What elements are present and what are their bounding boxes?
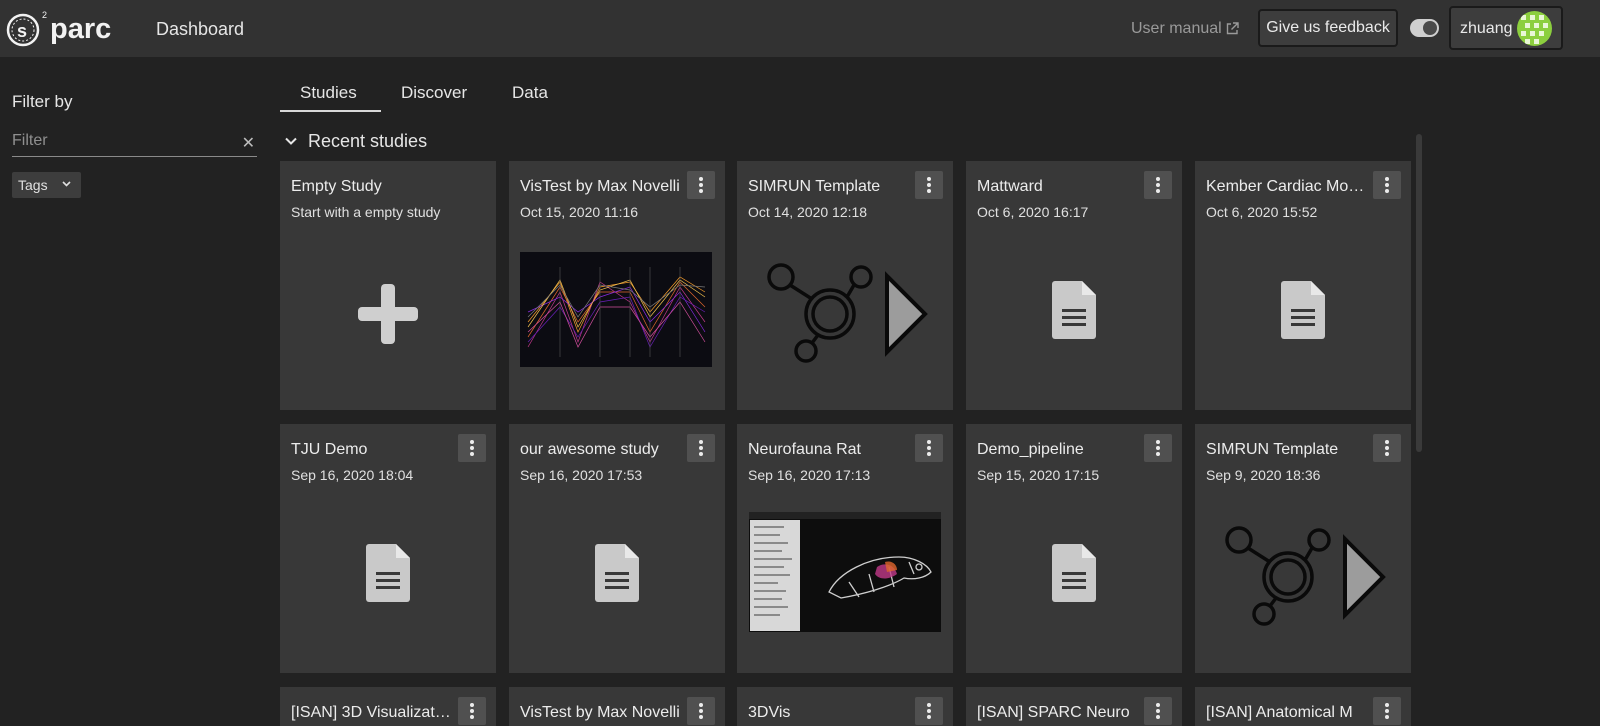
study-subtitle: Oct 15, 2020 11:16 (520, 204, 639, 220)
study-title: TJU Demo (291, 441, 368, 458)
logo-text: parc (50, 13, 112, 45)
more-options-button[interactable] (458, 434, 486, 462)
study-title: Kember Cardiac Mod... (1206, 178, 1366, 195)
document-icon (366, 544, 410, 602)
study-title: VisTest by Max Novelli (520, 704, 680, 721)
clear-icon[interactable]: ✕ (242, 133, 255, 153)
tab-studies[interactable]: Studies (300, 83, 357, 103)
study-card[interactable]: our awesome study Sep 16, 2020 17:53 (509, 424, 725, 673)
more-options-button[interactable] (458, 697, 486, 725)
user-menu-button[interactable]: zhuang (1449, 6, 1563, 50)
tags-label: Tags (18, 177, 48, 193)
study-title: Demo_pipeline (977, 441, 1084, 458)
filter-by-label: Filter by (12, 92, 73, 111)
more-options-button[interactable] (687, 697, 715, 725)
study-title: [ISAN] SPARC Neuro (977, 704, 1130, 721)
study-card[interactable]: VisTest by Max Novelli (509, 687, 725, 726)
svg-text:s: s (17, 21, 27, 41)
active-tab-indicator (280, 110, 381, 112)
workflow-icon (1225, 526, 1386, 626)
more-options-button[interactable] (1144, 434, 1172, 462)
more-options-button[interactable] (1144, 171, 1172, 199)
study-subtitle: Sep 15, 2020 17:15 (977, 467, 1100, 483)
study-card[interactable]: SIMRUN Template Sep 9, 2020 18:36 (1195, 424, 1411, 673)
toggle-knob (1423, 21, 1437, 35)
study-subtitle: Sep 16, 2020 17:13 (748, 467, 871, 483)
more-options-button[interactable] (687, 171, 715, 199)
plus-icon (358, 284, 418, 344)
document-icon (1281, 281, 1325, 339)
section-title: Recent studies (308, 131, 428, 151)
study-title: [ISAN] Anatomical M (1206, 704, 1353, 721)
study-title: Neurofauna Rat (748, 441, 861, 458)
theme-toggle[interactable] (1410, 19, 1439, 37)
feedback-button[interactable]: Give us feedback (1258, 9, 1398, 47)
study-subtitle: Sep 9, 2020 18:36 (1206, 467, 1321, 483)
study-title: Mattward (977, 178, 1043, 195)
study-card[interactable]: TJU Demo Sep 16, 2020 18:04 (280, 424, 496, 673)
filter-input[interactable] (12, 132, 232, 150)
study-card[interactable]: 3DVis (737, 687, 953, 726)
username: zhuang (1460, 20, 1513, 37)
more-options-button[interactable] (1373, 434, 1401, 462)
chevron-down-icon[interactable] (285, 137, 297, 145)
filter-field[interactable]: ✕ (12, 130, 257, 157)
tags-dropdown[interactable]: Tags (12, 172, 81, 198)
document-icon (1052, 544, 1096, 602)
study-card[interactable]: Demo_pipeline Sep 15, 2020 17:15 (966, 424, 1182, 673)
study-card[interactable]: Kember Cardiac Mod... Oct 6, 2020 15:52 (1195, 161, 1411, 410)
study-card[interactable]: [ISAN] Anatomical M (1195, 687, 1411, 726)
more-options-button[interactable] (915, 434, 943, 462)
user-manual-link[interactable]: User manual (1131, 20, 1222, 38)
external-link-icon[interactable] (1226, 22, 1239, 35)
study-subtitle: Sep 16, 2020 18:04 (291, 467, 414, 483)
rat-thumbnail (749, 512, 941, 632)
scrollbar[interactable] (1416, 134, 1422, 452)
more-options-button[interactable] (1144, 697, 1172, 725)
study-card[interactable]: VisTest by Max Novelli Oct 15, 2020 11:1… (509, 161, 725, 410)
document-icon (595, 544, 639, 602)
study-card[interactable]: [ISAN] 3D Visualization (280, 687, 496, 726)
study-title: 3DVis (748, 704, 791, 721)
study-subtitle: Sep 16, 2020 17:53 (520, 467, 643, 483)
svg-text:2: 2 (42, 10, 47, 20)
parallel-plot-thumbnail (520, 252, 712, 367)
study-card[interactable]: SIMRUN Template Oct 14, 2020 12:18 (737, 161, 953, 410)
document-icon (1052, 281, 1096, 339)
study-title: our awesome study (520, 441, 659, 458)
study-title: SIMRUN Template (1206, 441, 1339, 458)
more-options-button[interactable] (915, 697, 943, 725)
study-card[interactable]: [ISAN] SPARC Neuro (966, 687, 1182, 726)
study-subtitle: Oct 14, 2020 12:18 (748, 204, 868, 220)
study-card[interactable]: Neurofauna Rat Sep 16, 2020 17:13 (737, 424, 953, 673)
chevron-down-icon (62, 181, 71, 187)
more-options-button[interactable] (687, 434, 715, 462)
more-options-button[interactable] (1373, 697, 1401, 725)
study-title: [ISAN] 3D Visualization (291, 704, 451, 721)
study-subtitle: Oct 6, 2020 15:52 (1206, 204, 1318, 220)
top-bar: s 2 parc Dashboard User manual Give us f… (0, 0, 1600, 57)
study-title: SIMRUN Template (748, 178, 881, 195)
more-options-button[interactable] (915, 171, 943, 199)
more-options-button[interactable] (1373, 171, 1401, 199)
study-card[interactable]: Mattward Oct 6, 2020 16:17 (966, 161, 1182, 410)
workflow-icon (767, 263, 928, 363)
page-title: Dashboard (156, 19, 245, 39)
study-subtitle: Start with a empty study (291, 204, 441, 220)
tab-data[interactable]: Data (512, 83, 548, 103)
tab-discover[interactable]: Discover (401, 83, 467, 103)
study-card[interactable]: Empty Study Start with a empty study (280, 161, 496, 410)
study-title: Empty Study (291, 178, 382, 195)
avatar (1517, 11, 1552, 46)
study-subtitle: Oct 6, 2020 16:17 (977, 204, 1089, 220)
osparc-logo[interactable]: s 2 parc (6, 9, 116, 49)
study-title: VisTest by Max Novelli (520, 178, 680, 195)
